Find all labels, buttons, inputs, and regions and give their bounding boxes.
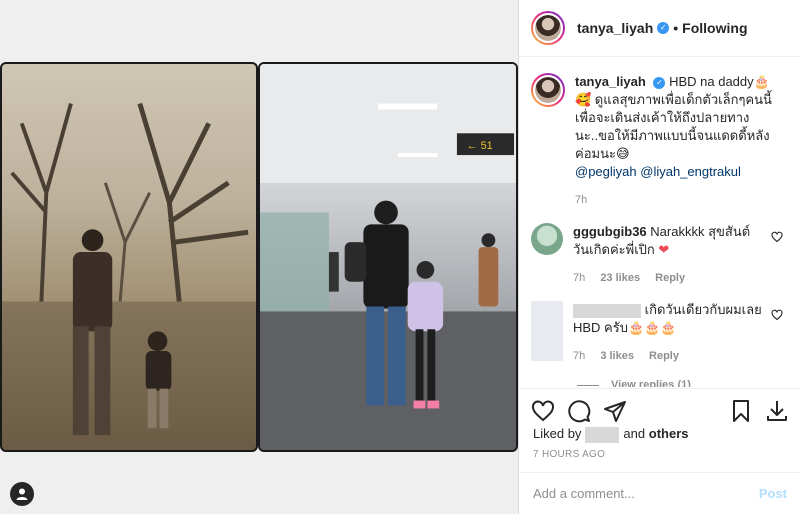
comment-item: gggubgib36 Narakkkk สุขสันต์วันเกิดค่ะพี… <box>531 223 785 287</box>
add-comment-input[interactable] <box>533 486 759 501</box>
comment-username[interactable]: gggubgib36 <box>573 224 647 239</box>
view-replies-button[interactable]: View replies (1) <box>577 379 785 387</box>
verified-badge-icon: ✓ <box>657 22 670 34</box>
reply-button[interactable]: Reply <box>649 350 679 362</box>
commenter-avatar[interactable] <box>531 301 563 361</box>
redacted-liker <box>585 426 620 443</box>
post-sidebar: tanya_liyah ✓ • Following tanya_liyah ✓ … <box>518 0 800 514</box>
photo-vintage-father-child <box>0 62 258 452</box>
comment-time: 7h <box>573 272 586 284</box>
post-header: tanya_liyah ✓ • Following <box>519 0 800 57</box>
vintage-scene-illustration <box>2 102 256 450</box>
reply-button[interactable]: Reply <box>655 272 685 284</box>
share-icon[interactable] <box>603 399 627 423</box>
photo-airport-father-child: ← 51 <box>258 62 518 452</box>
verified-badge-icon: ✓ <box>653 76 666 89</box>
comment-likes[interactable]: 3 likes <box>600 350 634 362</box>
caption-time: 7h <box>575 194 588 206</box>
comment-likes[interactable]: 23 likes <box>600 272 640 284</box>
header-separator: • <box>673 20 679 36</box>
add-comment-bar: Post <box>519 472 800 514</box>
caption-username[interactable]: tanya_liyah <box>575 74 646 89</box>
view-replies-line <box>577 384 599 386</box>
comments-list[interactable]: tanya_liyah ✓ HBD na daddy🎂🥰 ดูแลสุขภาพเ… <box>519 57 800 387</box>
heart-icon[interactable] <box>531 399 555 423</box>
liked-by-and: and <box>623 426 646 441</box>
comment-item: เกิดวันเดียวกับผมเลย HBD ครับ🎂🎂🎂 7h 3 li… <box>531 301 785 365</box>
post-time-ago: 7 HOURS AGO <box>533 449 606 460</box>
post-media[interactable]: ← 51 <box>0 0 518 514</box>
post-comment-button[interactable]: Post <box>759 486 787 501</box>
liked-by-others[interactable]: others <box>649 426 689 441</box>
view-replies-label[interactable]: View replies (1) <box>611 379 691 387</box>
caption-avatar[interactable] <box>531 73 565 107</box>
author-username[interactable]: tanya_liyah <box>577 20 653 36</box>
comment-meta: 7h 23 likes Reply <box>573 269 763 287</box>
author-avatar[interactable] <box>531 11 565 45</box>
svg-text:← 51: ← 51 <box>467 140 493 152</box>
comment-emoji: ❤ <box>658 242 670 257</box>
comment-icon[interactable] <box>567 399 591 423</box>
bookmark-icon[interactable] <box>729 399 753 423</box>
liked-by-prefix: Liked by <box>533 426 582 441</box>
comment-time: 7h <box>573 350 586 362</box>
mention-link[interactable]: @pegliyah <box>575 164 637 179</box>
download-icon[interactable] <box>765 399 789 423</box>
airport-scene-illustration: ← 51 <box>260 64 516 450</box>
post-caption: tanya_liyah ✓ HBD na daddy🎂🥰 ดูแลสุขภาพเ… <box>531 73 785 209</box>
comment-like-heart-icon[interactable] <box>771 309 783 321</box>
liked-by-line: Liked by and others <box>533 426 688 443</box>
comment-meta: 7h 3 likes Reply <box>573 347 763 365</box>
following-button[interactable]: Following <box>682 20 747 36</box>
tagged-user-icon[interactable] <box>10 482 34 506</box>
commenter-avatar[interactable] <box>531 223 563 255</box>
mention-link[interactable]: @liyah_engtrakul <box>640 164 741 179</box>
redacted-username <box>573 303 641 318</box>
comment-like-heart-icon[interactable] <box>771 231 783 243</box>
